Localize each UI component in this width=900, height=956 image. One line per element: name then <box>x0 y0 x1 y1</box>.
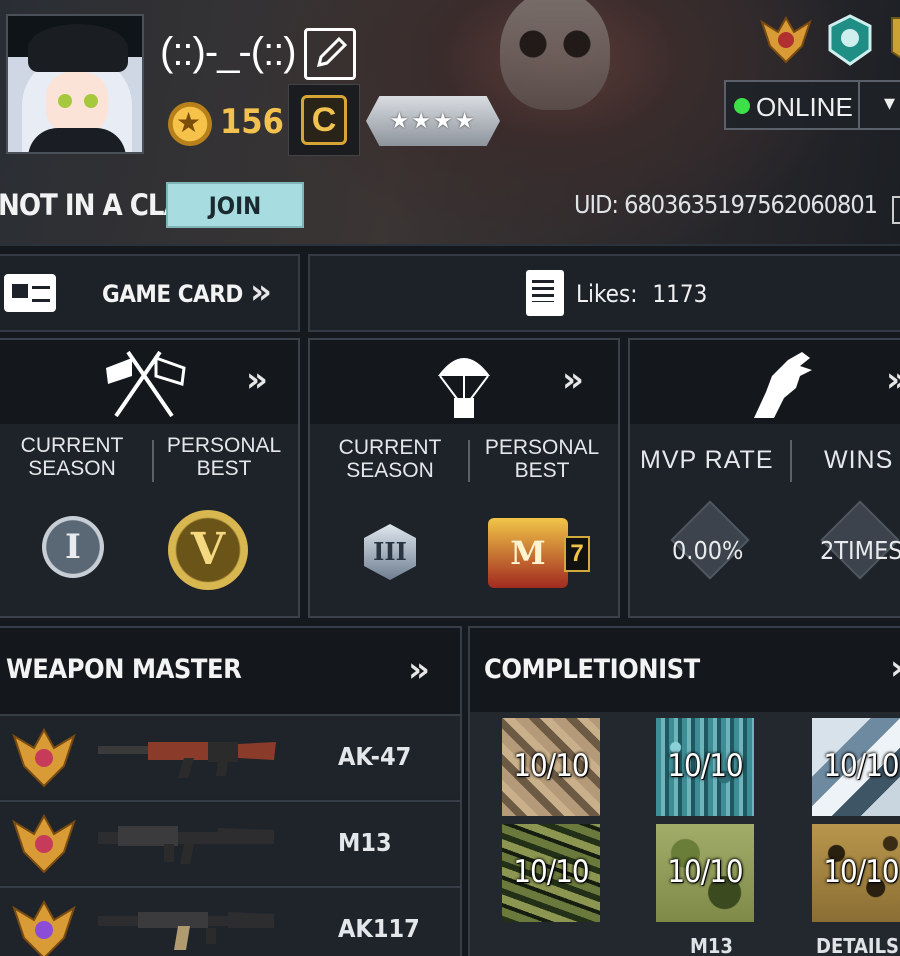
double-chevron-icon: » <box>250 272 272 312</box>
personal-best-rank: V <box>168 510 248 590</box>
likes-count: 1173 <box>652 280 708 308</box>
rank-letter: C <box>301 95 347 145</box>
m13-weapon-image <box>98 826 274 864</box>
double-chevron-icon: » <box>886 360 900 400</box>
current-season-rank: I <box>42 516 104 578</box>
camo-progress: 10/10 <box>667 854 743 890</box>
weapon-master-title: WEAPON MASTER <box>6 654 242 685</box>
edit-icon[interactable] <box>304 28 356 80</box>
camo-tile[interactable]: 10/10 <box>812 824 900 922</box>
camo-progress: 10/10 <box>513 854 589 890</box>
join-label: JOIN <box>208 192 262 220</box>
mvp-rate-label: MVP RATE <box>640 446 774 474</box>
camo-progress: 10/10 <box>823 748 899 784</box>
wins-label: WINS <box>824 446 894 474</box>
teal-badge-icon[interactable] <box>822 12 878 68</box>
weapon-row-m13[interactable]: M13 <box>0 800 460 884</box>
likes-text: Likes: 1173 <box>576 280 707 308</box>
online-status: ONLINE <box>756 92 853 122</box>
double-chevron-icon: » <box>562 360 584 400</box>
join-clan-button[interactable]: JOIN <box>166 182 304 228</box>
current-season-label: CURRENT SEASON <box>338 436 442 482</box>
likes-panel[interactable]: Likes: 1173 <box>308 254 900 332</box>
ak117-weapon-image <box>98 912 274 950</box>
camo-weapon-caption: M13 <box>690 934 733 956</box>
camo-tile[interactable]: 10/10 <box>812 718 900 816</box>
weapon-row-ak47[interactable]: AK-47 <box>0 714 460 798</box>
player-level: 156 <box>220 102 284 142</box>
camo-tile[interactable]: 10/10 <box>656 824 754 922</box>
likes-label: Likes: <box>576 280 638 308</box>
rank-badge[interactable]: C <box>288 84 360 156</box>
camo-progress: 10/10 <box>513 748 589 784</box>
mvp-rate-value: 0.00% <box>672 536 744 565</box>
uid: UID: 6803635197562060801 <box>574 190 878 219</box>
status-dropdown-button[interactable]: ▾ <box>860 80 900 130</box>
gold-medal-icon <box>12 899 76 956</box>
weapon-master-panel[interactable]: WEAPON MASTER » AK-47 M13 AK117 <box>0 626 462 956</box>
stars-badge[interactable]: ★★★★ <box>366 96 500 146</box>
online-dot-icon <box>734 98 750 114</box>
completionist-title: COMPLETIONIST <box>484 654 700 685</box>
weapon-name: AK-47 <box>338 742 412 771</box>
id-card-icon <box>4 274 56 312</box>
gold-badge-icon[interactable] <box>882 12 900 68</box>
double-chevron-icon: » <box>246 360 268 400</box>
crossed-flags-icon <box>106 350 186 418</box>
rank-tier-number: 7 <box>564 536 590 572</box>
weapon-name: M13 <box>338 828 392 857</box>
personal-best-label: PERSONAL BEST <box>484 436 600 482</box>
camo-tile[interactable]: 10/10 <box>502 718 600 816</box>
camo-tile[interactable]: 10/10 <box>502 824 600 922</box>
multiplayer-rank-card[interactable]: » CURRENT SEASON PERSONAL BEST I V <box>0 338 300 618</box>
camo-progress: 10/10 <box>667 748 743 784</box>
zombie-hand-icon <box>754 352 812 418</box>
player-name: (::)-_-(::) <box>160 30 297 74</box>
camo-progress: 10/10 <box>823 854 899 890</box>
current-season-label: CURRENT SEASON <box>20 434 124 480</box>
online-status-dropdown[interactable]: ONLINE <box>724 80 860 130</box>
personal-best-label: PERSONAL BEST <box>166 434 282 480</box>
camo-tile[interactable]: 10/10 <box>656 718 754 816</box>
double-chevron-icon: » <box>890 648 900 688</box>
profile-header: (::)-_-(::) ★ 156 C ★★★★ ONLINE ▾ NOT IN… <box>0 0 900 246</box>
gold-medal-icon[interactable] <box>758 12 814 68</box>
copy-icon[interactable] <box>892 196 900 224</box>
battle-royale-rank-card[interactable]: » CURRENT SEASON PERSONAL BEST III M 7 <box>308 338 620 618</box>
background-art <box>500 0 610 110</box>
ak47-weapon-image <box>98 742 276 778</box>
gold-medal-icon <box>12 727 76 788</box>
weapon-row-ak117[interactable]: AK117 <box>0 886 460 956</box>
weapon-name: AK117 <box>338 914 420 943</box>
game-card-label: GAME CARD <box>102 280 243 308</box>
double-chevron-icon: » <box>408 650 430 690</box>
wins-value: 2TIMES <box>820 536 900 565</box>
level-star-icon: ★ <box>168 102 212 146</box>
parachute-drop-icon <box>438 358 490 418</box>
clipboard-like-icon <box>526 270 564 316</box>
avatar[interactable] <box>6 14 144 154</box>
current-season-rank: III <box>364 524 416 580</box>
details-link[interactable]: DETAILS <box>816 934 899 956</box>
chevron-down-icon: ▾ <box>884 90 896 115</box>
personal-best-rank: M <box>488 518 568 588</box>
gold-medal-icon <box>12 813 76 874</box>
game-card-button[interactable]: GAME CARD » <box>0 254 300 332</box>
